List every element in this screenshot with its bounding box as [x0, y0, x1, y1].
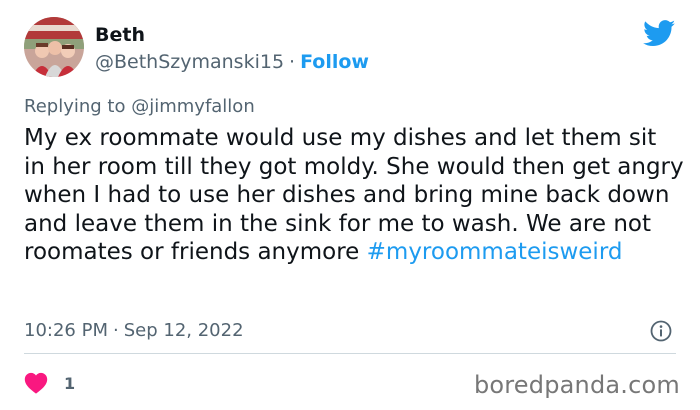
- author-display-name[interactable]: Beth: [95, 24, 145, 46]
- twitter-bird-icon[interactable]: [643, 20, 676, 47]
- divider: [24, 353, 676, 354]
- replying-to: Replying to @jimmyfallon: [24, 96, 255, 118]
- avatar[interactable]: [24, 17, 84, 77]
- author-handle[interactable]: @BethSzymanski15: [95, 51, 284, 73]
- like-count: 1: [64, 373, 76, 393]
- avatar-photo: [24, 17, 84, 77]
- like-action[interactable]: 1: [24, 372, 75, 394]
- tweet-card: Beth @BethSzymanski15 · Follow Replying to…: [0, 0, 700, 410]
- hashtag-link[interactable]: #myroommateisweird: [367, 239, 623, 265]
- tweet-time: 10:26 PM: [24, 320, 108, 341]
- tweet-timestamp[interactable]: 10:26 PM · Sep 12, 2022: [24, 320, 244, 342]
- reply-mention-link[interactable]: @jimmyfallon: [131, 96, 255, 117]
- separator-dot: ·: [289, 51, 296, 73]
- author-handle-row: @BethSzymanski15 · Follow: [95, 51, 369, 73]
- tweet-date: Sep 12, 2022: [123, 320, 244, 341]
- heart-icon[interactable]: [24, 372, 48, 394]
- tweet-text: My ex roommate would use my dishes and l…: [24, 124, 684, 267]
- watermark: boredpanda.com: [473, 371, 680, 399]
- info-icon[interactable]: [650, 320, 672, 342]
- follow-button[interactable]: Follow: [300, 51, 369, 73]
- replying-to-label: Replying to: [24, 96, 126, 117]
- timestamp-separator: ·: [112, 320, 119, 341]
